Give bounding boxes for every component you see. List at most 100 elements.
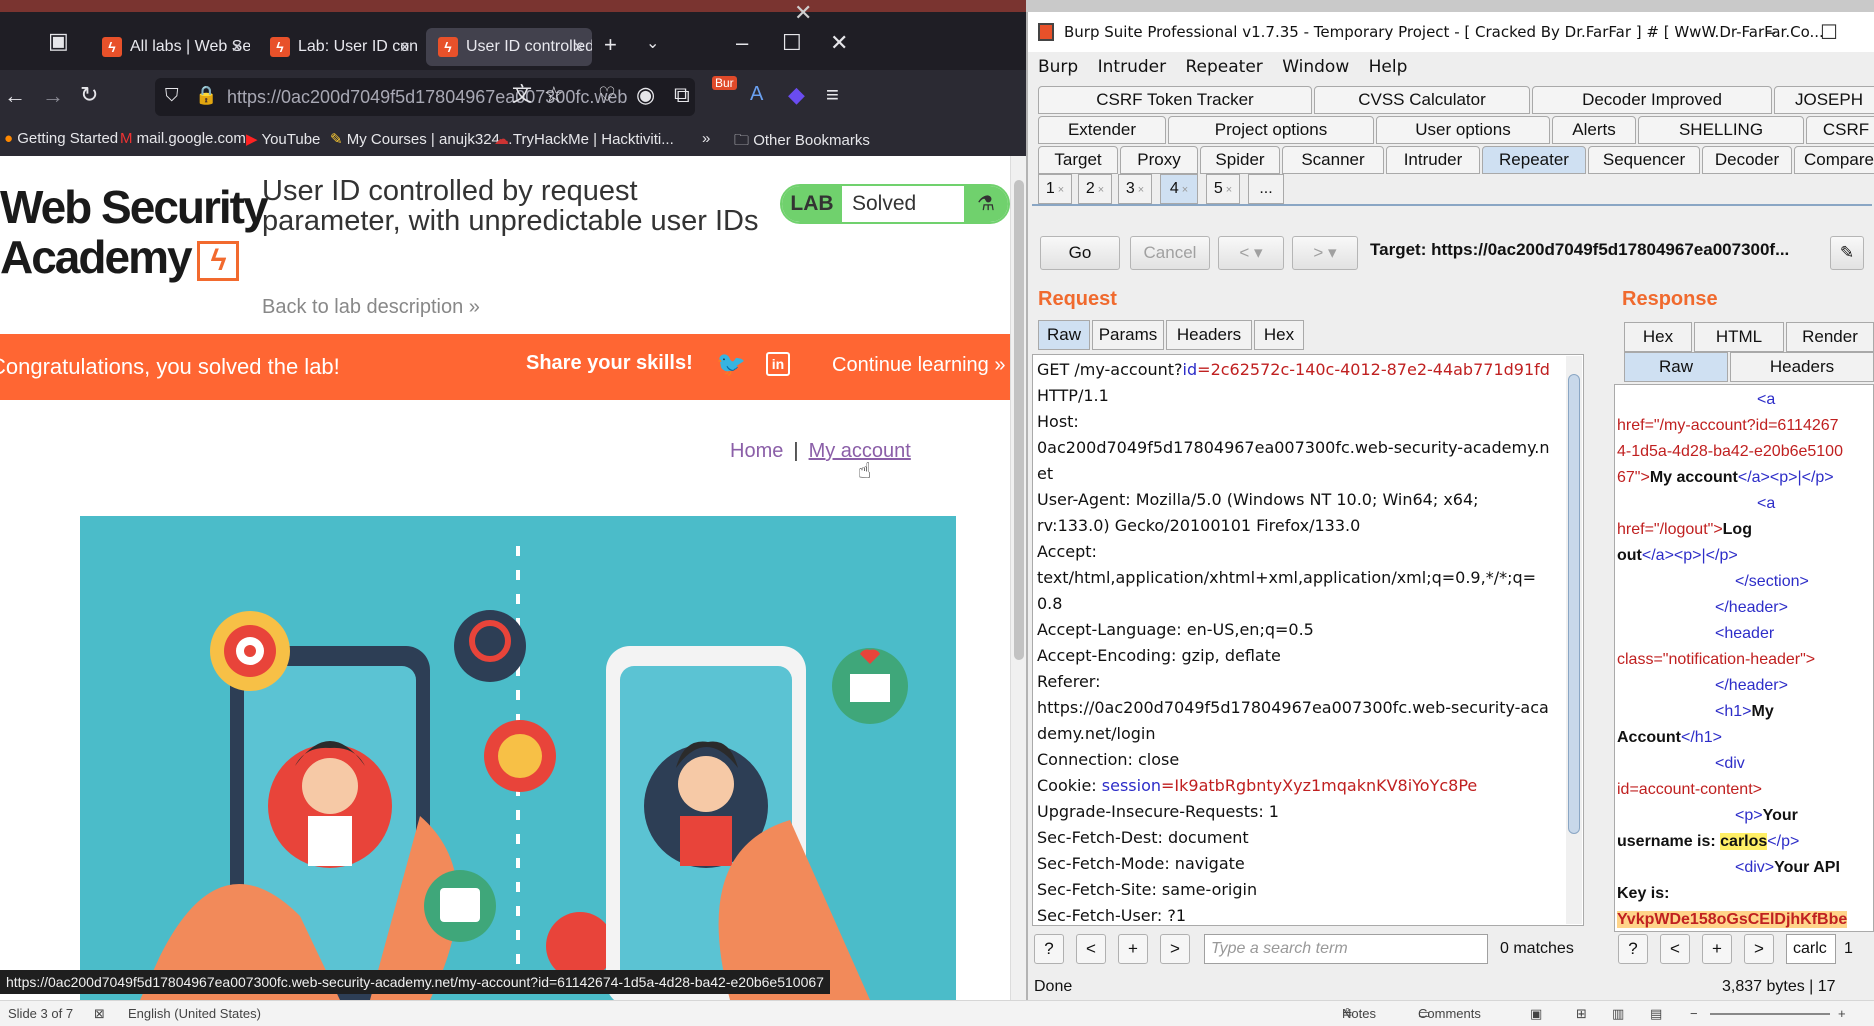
menu-window[interactable]: Window bbox=[1282, 57, 1349, 77]
account-icon[interactable]: ◉ bbox=[636, 84, 655, 106]
tab-intruder[interactable]: Intruder bbox=[1386, 146, 1480, 174]
response-tab-raw[interactable]: Raw bbox=[1624, 352, 1728, 382]
help-icon[interactable]: ? bbox=[1618, 934, 1648, 964]
tab-scanner[interactable]: Scanner bbox=[1282, 146, 1384, 174]
cancel-button[interactable]: Cancel bbox=[1130, 236, 1210, 270]
help-icon[interactable]: ? bbox=[1034, 934, 1064, 964]
spellcheck-icon[interactable]: ⊠ bbox=[94, 1001, 105, 1026]
tab-lab[interactable]: ϟ Lab: User ID control × bbox=[258, 28, 418, 66]
back-history-button[interactable]: < ▾ bbox=[1218, 236, 1284, 270]
nav-home-link[interactable]: Home bbox=[730, 440, 783, 462]
search-prev-button[interactable]: < bbox=[1660, 934, 1690, 964]
tab-cvss-calculator[interactable]: CVSS Calculator bbox=[1314, 86, 1530, 114]
repeater-tab-4[interactable]: 4 × bbox=[1160, 174, 1198, 204]
repeater-tab-3[interactable]: 3 × bbox=[1118, 174, 1152, 204]
response-viewer[interactable]: <a href="/my-account?id=6114267 4-1d5a-4… bbox=[1614, 384, 1874, 932]
twitter-icon[interactable]: 🐦 bbox=[716, 350, 746, 379]
tab-user-options[interactable]: User options bbox=[1376, 116, 1550, 144]
bookmark-getting-started[interactable]: ● Getting Started bbox=[4, 130, 118, 147]
request-tab-raw[interactable]: Raw bbox=[1038, 320, 1090, 350]
request-tab-headers[interactable]: Headers bbox=[1166, 320, 1252, 350]
bookmark-my-courses[interactable]: ✎ My Courses | anujk324... bbox=[330, 130, 512, 148]
back-to-lab-link[interactable]: Back to lab description » bbox=[262, 296, 480, 319]
minimize-icon[interactable]: – bbox=[1766, 12, 1776, 52]
tab-proxy[interactable]: Proxy bbox=[1120, 146, 1198, 174]
search-prev-button[interactable]: < bbox=[1076, 934, 1106, 964]
tab-all-labs[interactable]: ϟ All labs | Web Secur × bbox=[90, 28, 250, 66]
tab-extender[interactable]: Extender bbox=[1038, 116, 1166, 144]
language-indicator[interactable]: English (United States) bbox=[128, 1001, 261, 1026]
search-next-button[interactable]: > bbox=[1744, 934, 1774, 964]
tab-target[interactable]: Target bbox=[1038, 146, 1118, 174]
new-tab-icon[interactable]: + bbox=[604, 34, 617, 56]
menu-help[interactable]: Help bbox=[1369, 57, 1408, 77]
repeater-tab-1[interactable]: 1 × bbox=[1038, 174, 1072, 204]
zoom-slider[interactable] bbox=[1710, 1013, 1830, 1015]
translator-icon[interactable]: A bbox=[750, 84, 763, 104]
tab-joseph[interactable]: JOSEPH bbox=[1774, 86, 1874, 114]
tab-close-icon[interactable]: × bbox=[399, 28, 410, 66]
vpn-icon[interactable]: ◆ bbox=[788, 84, 805, 106]
reload-icon[interactable]: ↻ bbox=[80, 84, 98, 106]
list-tabs-icon[interactable]: ⌄ bbox=[646, 36, 659, 52]
request-search-input[interactable]: Type a search term bbox=[1204, 934, 1488, 964]
tab-shelling[interactable]: SHELLING bbox=[1638, 116, 1804, 144]
translate-icon[interactable]: 文 bbox=[512, 85, 532, 105]
bookmark-gmail[interactable]: M mail.google.com bbox=[120, 130, 246, 147]
search-add-button[interactable]: + bbox=[1702, 934, 1732, 964]
response-tab-render[interactable]: Render bbox=[1786, 322, 1874, 352]
tab-alerts[interactable]: Alerts bbox=[1552, 116, 1636, 144]
response-tab-hex[interactable]: Hex bbox=[1624, 322, 1692, 352]
minimize-icon[interactable]: – bbox=[736, 32, 748, 54]
search-next-button[interactable]: > bbox=[1160, 934, 1190, 964]
lock-icon[interactable]: 🔒 bbox=[195, 86, 217, 104]
response-tab-html[interactable]: HTML bbox=[1694, 322, 1784, 352]
search-add-button[interactable]: + bbox=[1118, 934, 1148, 964]
zoom-out-icon[interactable]: − bbox=[1690, 1001, 1698, 1026]
go-button[interactable]: Go bbox=[1040, 236, 1120, 270]
slide-sorter-icon[interactable]: ⊞ bbox=[1576, 1001, 1587, 1026]
tab-close-icon[interactable]: × bbox=[573, 28, 584, 66]
web-security-academy-logo[interactable]: Web Security Academy ϟ bbox=[0, 182, 269, 282]
scrollbar-thumb[interactable] bbox=[1014, 180, 1024, 660]
presentation-close-icon[interactable]: ✕ bbox=[794, 2, 812, 24]
tab-decoder-improved[interactable]: Decoder Improved bbox=[1532, 86, 1772, 114]
zoom-in-icon[interactable]: + bbox=[1838, 1001, 1846, 1026]
request-editor[interactable]: GET /my-account?id=2c62572c-140c-4012-87… bbox=[1032, 354, 1584, 926]
scrollbar-thumb[interactable] bbox=[1568, 374, 1580, 834]
maximize-icon[interactable]: ☐ bbox=[1820, 12, 1838, 52]
more-bookmarks-icon[interactable]: » bbox=[702, 130, 710, 147]
tab-csrf-token-tracker[interactable]: CSRF Token Tracker bbox=[1038, 86, 1312, 114]
menu-intruder[interactable]: Intruder bbox=[1098, 57, 1166, 77]
repeater-tab-5[interactable]: 5 × bbox=[1206, 174, 1240, 204]
normal-view-icon[interactable]: ▣ bbox=[1530, 1001, 1542, 1026]
pocket-icon[interactable]: ♡ bbox=[598, 85, 616, 105]
linkedin-icon[interactable]: in bbox=[766, 352, 790, 376]
forward-history-button[interactable]: > ▾ bbox=[1292, 236, 1358, 270]
bookmark-youtube[interactable]: ▶ YouTube bbox=[246, 130, 320, 148]
bookmark-other[interactable]: 🗀 Other Bookmarks bbox=[734, 130, 870, 155]
maximize-icon[interactable]: ☐ bbox=[782, 32, 802, 54]
tab-compare[interactable]: Compare bbox=[1794, 146, 1874, 174]
request-tab-hex[interactable]: Hex bbox=[1254, 320, 1304, 350]
response-search-input[interactable]: carlc bbox=[1786, 934, 1836, 964]
tab-csrf[interactable]: CSRF bbox=[1806, 116, 1874, 144]
extensions-icon[interactable]: ⧉ bbox=[674, 84, 690, 106]
close-window-icon[interactable]: ✕ bbox=[830, 32, 848, 54]
tab-overview-icon[interactable]: ▣ bbox=[48, 30, 69, 52]
bookmark-tryhackme[interactable]: ☁ TryHackMe | Hacktiviti... bbox=[494, 130, 674, 148]
menu-burp[interactable]: Burp bbox=[1038, 57, 1078, 77]
response-tab-headers[interactable]: Headers bbox=[1730, 352, 1874, 382]
forward-icon[interactable]: → bbox=[42, 85, 64, 107]
menu-repeater[interactable]: Repeater bbox=[1186, 57, 1263, 77]
tab-project-options[interactable]: Project options bbox=[1168, 116, 1374, 144]
bookmark-star-icon[interactable]: ☆ bbox=[544, 84, 564, 106]
tab-decoder[interactable]: Decoder bbox=[1702, 146, 1792, 174]
request-scrollbar[interactable] bbox=[1566, 356, 1582, 924]
tab-repeater[interactable]: Repeater bbox=[1482, 146, 1586, 174]
menu-icon[interactable]: ≡ bbox=[826, 84, 839, 106]
slideshow-icon[interactable]: ▤ bbox=[1650, 1001, 1662, 1026]
repeater-tab-more[interactable]: ... bbox=[1248, 174, 1284, 204]
tab-user-id-controlled[interactable]: ϟ User ID controlled b × bbox=[426, 28, 592, 66]
page-scrollbar[interactable] bbox=[1010, 156, 1026, 1000]
